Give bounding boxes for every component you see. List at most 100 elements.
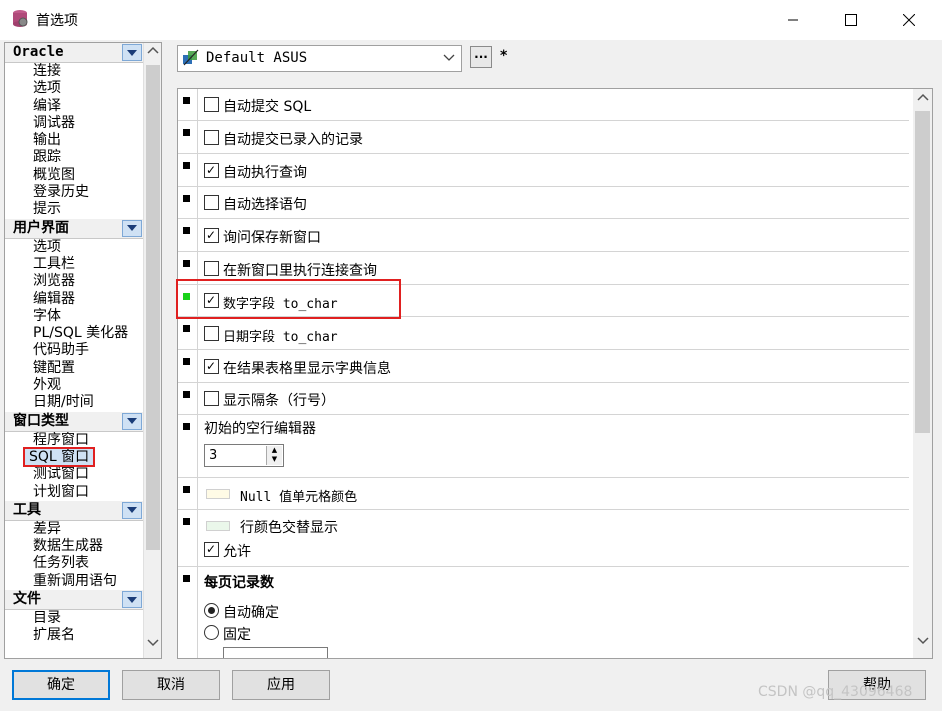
auto-commit-label: 自动提交 SQL — [223, 99, 312, 115]
collapse-icon[interactable] — [122, 44, 142, 61]
profile-more-button[interactable]: ... — [470, 46, 492, 68]
nav-item-diff[interactable]: 差异 — [5, 521, 143, 538]
group-user-interface[interactable]: 用户界面 — [5, 218, 143, 239]
date-to-char-checkbox[interactable] — [204, 326, 219, 341]
minimize-button[interactable] — [770, 0, 816, 40]
option-auto-commit: 自动提交 SQL — [178, 89, 909, 121]
profile-icon — [183, 49, 199, 66]
nav-item-compile[interactable]: 编译 — [5, 98, 143, 115]
nav-item-toolbar[interactable]: 工具栏 — [5, 256, 143, 273]
auto-commit-imported-label: 自动提交已录入的记录 — [223, 132, 363, 148]
nav-item-task-list[interactable]: 任务列表 — [5, 555, 143, 572]
nav-item-login-history[interactable]: 登录历史 — [5, 184, 143, 201]
scroll-down-icon[interactable] — [917, 637, 929, 645]
records-fixed-radio[interactable] — [204, 625, 219, 640]
app-icon — [13, 10, 28, 27]
nav-item-output[interactable]: 输出 — [5, 132, 143, 149]
options-scrollbar[interactable] — [913, 89, 932, 658]
close-icon — [903, 14, 915, 26]
collapse-icon[interactable] — [122, 412, 142, 430]
auto-commit-imported-checkbox[interactable] — [204, 130, 219, 145]
show-dict-checkbox[interactable]: ✓ — [204, 359, 219, 374]
scroll-thumb[interactable] — [915, 111, 930, 433]
nav-item-options[interactable]: 选项 — [5, 80, 143, 97]
alt-row-allow-label: 允许 — [223, 544, 251, 560]
nav-item-key-config[interactable]: 键配置 — [5, 360, 143, 377]
nav-item-test-window[interactable]: 测试窗口 — [5, 466, 143, 483]
nav-item-trace[interactable]: 跟踪 — [5, 149, 143, 166]
modified-indicator: * — [500, 48, 508, 64]
nav-item-connection[interactable]: 连接 — [5, 63, 143, 80]
nav-item-font[interactable]: 字体 — [5, 308, 143, 325]
nav-item-directories[interactable]: 目录 — [5, 610, 143, 627]
alt-row-allow-checkbox[interactable]: ✓ — [204, 542, 219, 557]
records-fixed-spinner[interactable] — [223, 647, 328, 658]
nav-item-data-generator[interactable]: 数据生成器 — [5, 538, 143, 555]
nav-item-editor[interactable]: 编辑器 — [5, 291, 143, 308]
group-oracle[interactable]: Oracle — [5, 43, 143, 63]
option-null-color: Null 值单元格颜色 — [178, 478, 909, 510]
scroll-thumb[interactable] — [146, 65, 160, 550]
option-initial-empty-rows: 初始的空行编辑器 3 ▲ ▼ — [178, 415, 909, 478]
option-auto-commit-imported: 自动提交已录入的记录 — [178, 121, 909, 154]
show-dict-label: 在结果表格里显示字典信息 — [223, 361, 391, 377]
group-files[interactable]: 文件 — [5, 590, 143, 611]
profile-select[interactable]: Default ASUS — [177, 45, 462, 72]
collapse-icon[interactable] — [122, 501, 142, 519]
collapse-icon[interactable] — [122, 219, 142, 237]
auto-execute-checkbox[interactable]: ✓ — [204, 163, 219, 178]
modified-marker — [183, 195, 190, 202]
nav-item-plan-window[interactable]: 计划窗口 — [5, 484, 143, 501]
modified-marker — [183, 486, 190, 493]
left-scrollbar[interactable] — [143, 43, 161, 658]
ask-save-new-checkbox[interactable]: ✓ — [204, 228, 219, 243]
nav-item-debugger[interactable]: 调试器 — [5, 115, 143, 132]
nav-item-program-window[interactable]: 程序窗口 — [5, 432, 143, 449]
maximize-button[interactable] — [828, 0, 874, 40]
nav-item-overview[interactable]: 概览图 — [5, 167, 143, 184]
initial-empty-rows-spinner[interactable]: 3 ▲ ▼ — [204, 444, 284, 467]
scroll-up-icon[interactable] — [917, 93, 929, 101]
nav-item-appearance[interactable]: 外观 — [5, 377, 143, 394]
ok-button[interactable]: 确定 — [12, 670, 110, 700]
spinner-buttons[interactable]: ▲ ▼ — [266, 446, 282, 465]
apply-button[interactable]: 应用 — [232, 670, 330, 700]
nav-item-beautifier[interactable]: PL/SQL 美化器 — [5, 325, 143, 342]
chevron-down-icon[interactable] — [443, 54, 455, 62]
scroll-up-icon[interactable] — [147, 46, 159, 54]
nav-item-sql-window[interactable]: SQL 窗口 — [5, 446, 143, 467]
alt-row-color-swatch[interactable] — [206, 521, 230, 531]
title-bar: 首选项 — [0, 0, 942, 40]
alt-row-color-label: 行颜色交替显示 — [240, 520, 338, 536]
group-window-types[interactable]: 窗口类型 — [5, 411, 143, 432]
nav-item-hints[interactable]: 提示 — [5, 201, 143, 218]
auto-commit-checkbox[interactable] — [204, 97, 219, 112]
modified-marker — [183, 575, 190, 582]
auto-select-checkbox[interactable] — [204, 195, 219, 210]
modified-marker — [183, 97, 190, 104]
option-show-dict: ✓ 在结果表格里显示字典信息 — [178, 350, 909, 383]
nav-item-extensions[interactable]: 扩展名 — [5, 627, 143, 644]
records-auto-radio[interactable] — [204, 603, 219, 618]
nav-item-browser[interactable]: 浏览器 — [5, 273, 143, 290]
cancel-button[interactable]: 取消 — [122, 670, 220, 700]
nav-item-recall-statement[interactable]: 重新调用语句 — [5, 573, 143, 590]
maximize-icon — [845, 14, 857, 26]
exec-in-new-checkbox[interactable] — [204, 261, 219, 276]
auto-select-label: 自动选择语句 — [223, 197, 307, 213]
option-auto-select: 自动选择语句 — [178, 187, 909, 219]
group-tools[interactable]: 工具 — [5, 500, 143, 521]
close-button[interactable] — [886, 0, 932, 40]
profile-value: Default ASUS — [206, 50, 308, 66]
nav-item-datetime[interactable]: 日期/时间 — [5, 394, 143, 411]
show-stripes-checkbox[interactable] — [204, 391, 219, 406]
watermark: CSDN @qq_43096468 — [758, 684, 913, 700]
window-title: 首选项 — [36, 13, 78, 29]
category-tree[interactable]: Oracle 连接 选项 编译 调试器 输出 跟踪 概览图 登录历史 提示 用户… — [4, 42, 162, 659]
nav-item-ui-options[interactable]: 选项 — [5, 239, 143, 256]
scroll-down-icon[interactable] — [147, 639, 159, 647]
nav-item-code-assistant[interactable]: 代码助手 — [5, 342, 143, 359]
collapse-icon[interactable] — [122, 591, 142, 609]
null-color-swatch[interactable] — [206, 489, 230, 499]
modified-marker — [183, 227, 190, 234]
